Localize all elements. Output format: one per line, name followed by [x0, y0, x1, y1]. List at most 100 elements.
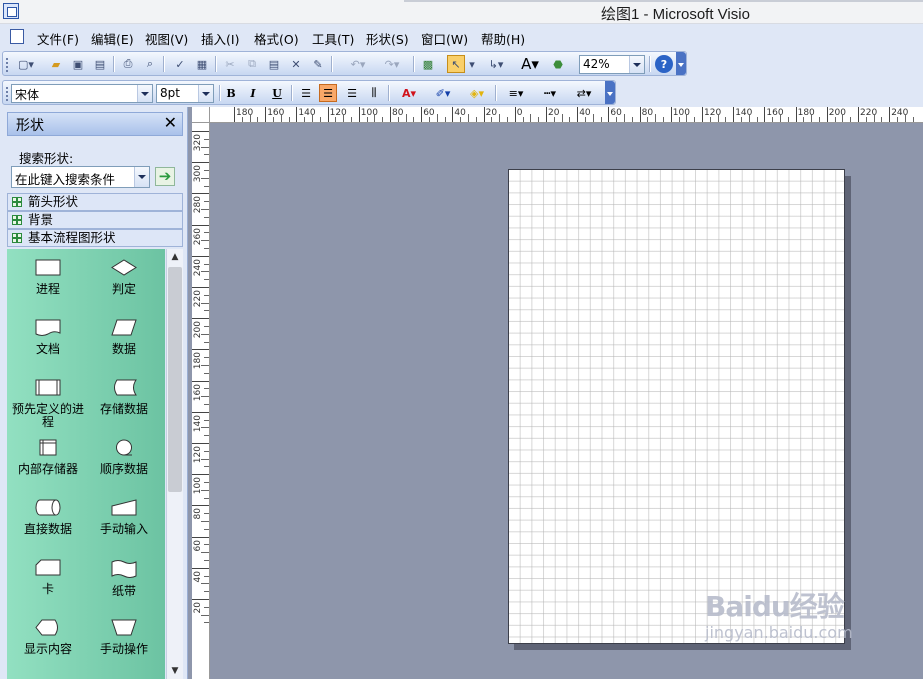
title-bar-edge	[404, 0, 923, 2]
menu-file[interactable]: 文件(F)	[37, 29, 79, 48]
zoom-value: 42%	[583, 57, 610, 71]
stencil-icon[interactable]: ⬣	[549, 55, 567, 73]
shape-label: 显示内容	[23, 642, 72, 656]
document-icon[interactable]	[8, 28, 26, 44]
bold-button[interactable]: B	[222, 84, 240, 102]
shape-manual-operation[interactable]: 手动操作	[85, 619, 163, 656]
copy-icon[interactable]: ⧉	[243, 55, 261, 73]
line-ends-icon[interactable]: ⇄▾	[569, 84, 599, 102]
undo-icon[interactable]: ↶▾	[343, 55, 373, 73]
toolbar-grip[interactable]	[6, 87, 10, 101]
shapes-panel-title: 形状	[16, 118, 44, 134]
drawing-page[interactable]	[508, 169, 845, 644]
ruler-corner[interactable]	[192, 107, 210, 123]
print-icon[interactable]: ⎙	[119, 55, 137, 73]
connector-tool-icon[interactable]: ↳▾	[481, 55, 511, 73]
stencil-basic-flowchart[interactable]: 基本流程图形状	[7, 229, 183, 247]
chevron-down-icon[interactable]	[134, 167, 149, 187]
shape-internal-storage[interactable]: 内部存储器	[9, 439, 87, 476]
toolbar-grip[interactable]	[6, 58, 10, 72]
ruler-label: 300	[193, 165, 203, 183]
stencil-arrow-shapes[interactable]: 箭头形状	[7, 193, 183, 211]
pointer-dropdown-icon[interactable]: ▾	[467, 55, 477, 73]
redo-icon[interactable]: ↷▾	[377, 55, 407, 73]
shape-direct-data[interactable]: 直接数据	[9, 499, 87, 536]
cut-icon[interactable]: ✂	[221, 55, 239, 73]
align-right-icon[interactable]: ☰	[343, 84, 361, 102]
menu-window[interactable]: 窗口(W)	[421, 29, 468, 48]
zoom-select[interactable]: 42%	[579, 55, 645, 74]
research-icon[interactable]: ▦	[193, 55, 211, 73]
internal-storage-shape-icon	[39, 439, 57, 456]
toolbar-separator	[388, 85, 389, 101]
paste-icon[interactable]: ▤	[265, 55, 283, 73]
shape-stored-data[interactable]: 存储数据	[85, 379, 163, 416]
chevron-down-icon[interactable]	[137, 85, 152, 102]
format-painter-icon[interactable]: ✎	[309, 55, 327, 73]
toolbar-options-icon[interactable]	[605, 81, 615, 104]
menu-help[interactable]: 帮助(H)	[481, 29, 525, 48]
menu-tools[interactable]: 工具(T)	[312, 29, 354, 48]
visio-app-icon[interactable]	[3, 3, 19, 19]
pointer-tool-icon[interactable]: ↖	[447, 55, 465, 73]
help-icon[interactable]: ?	[655, 55, 673, 73]
save-icon[interactable]: ▣	[69, 55, 87, 73]
display-shape-icon	[35, 619, 58, 636]
align-center-icon[interactable]: ☰	[319, 84, 337, 102]
ruler-label: 100	[193, 477, 203, 495]
menu-format[interactable]: 格式(O)	[254, 29, 299, 48]
chevron-down-icon[interactable]	[198, 85, 213, 102]
shapes-window-icon[interactable]: ▩	[419, 55, 437, 73]
text-tool-icon[interactable]: A ▾	[515, 55, 545, 73]
distribute-icon[interactable]: ⫼	[365, 84, 383, 102]
shape-document[interactable]: 文档	[9, 319, 87, 356]
menu-view[interactable]: 视图(V)	[145, 29, 188, 48]
new-document-icon[interactable]: ▢▾	[17, 55, 35, 73]
menu-insert[interactable]: 插入(I)	[201, 29, 239, 48]
open-folder-icon[interactable]: ▰	[47, 55, 65, 73]
fill-color-icon[interactable]: ◈▾	[463, 84, 491, 102]
shape-manual-input[interactable]: 手动输入	[85, 499, 163, 536]
chevron-down-icon[interactable]	[629, 56, 644, 73]
shape-data[interactable]: 数据	[85, 319, 163, 356]
delete-icon[interactable]: ✕	[287, 55, 305, 73]
italic-button[interactable]: I	[244, 84, 262, 102]
permission-icon[interactable]: ▤	[91, 55, 109, 73]
shape-label: 内部存储器	[17, 462, 78, 476]
menu-edit[interactable]: 编辑(E)	[91, 29, 134, 48]
shape-sequential-data[interactable]: 顺序数据	[85, 439, 163, 476]
shape-card[interactable]: 卡	[9, 559, 87, 596]
font-size-select[interactable]: 8pt	[156, 84, 214, 103]
search-shapes-input[interactable]: 在此键入搜索条件	[11, 166, 150, 188]
font-color-icon[interactable]: A▾	[395, 84, 423, 102]
shape-paper-tape[interactable]: 纸带	[85, 559, 163, 598]
align-left-icon[interactable]: ☰	[297, 84, 315, 102]
font-size-value: 8pt	[160, 86, 180, 100]
scroll-thumb[interactable]	[168, 267, 182, 492]
manual-input-shape-icon	[111, 499, 137, 516]
horizontal-ruler[interactable]: 180 160 140 120 100 80 60 40 20 0 20 40 60 80 100 120 14…	[210, 107, 923, 123]
shape-process[interactable]: 进程	[9, 259, 87, 296]
scroll-down-icon[interactable]: ▼	[167, 663, 183, 679]
stencil-backgrounds[interactable]: 背景	[7, 211, 183, 229]
shapes-scrollbar[interactable]: ▲ ▼	[166, 249, 183, 679]
print-preview-icon[interactable]: ⌕	[141, 55, 159, 73]
menu-shapes[interactable]: 形状(S)	[366, 29, 409, 48]
ruler-label: 160	[193, 383, 203, 401]
shape-display[interactable]: 显示内容	[9, 619, 87, 656]
search-go-button[interactable]: ➔	[155, 167, 175, 186]
line-color-icon[interactable]: ✐▾	[429, 84, 457, 102]
line-weight-icon[interactable]: ≡▾	[501, 84, 531, 102]
scroll-up-icon[interactable]: ▲	[167, 249, 183, 265]
shape-decision[interactable]: 判定	[85, 259, 163, 296]
font-name-select[interactable]: 宋体	[11, 84, 153, 103]
toolbar-options-icon[interactable]	[676, 52, 686, 75]
line-pattern-icon[interactable]: ┅▾	[535, 84, 565, 102]
vertical-ruler[interactable]: 320 300 280 260 240 220 200 180 160 140 120 100 80 60…	[192, 123, 210, 679]
close-icon[interactable]: ✕	[164, 113, 177, 132]
underline-button[interactable]: U	[268, 84, 286, 102]
shape-predefined-process[interactable]: 预先定义的进程	[9, 379, 87, 429]
spelling-icon[interactable]: ✓	[171, 55, 189, 73]
ruler-label: 180	[236, 108, 254, 118]
toolbar-separator	[215, 56, 216, 72]
